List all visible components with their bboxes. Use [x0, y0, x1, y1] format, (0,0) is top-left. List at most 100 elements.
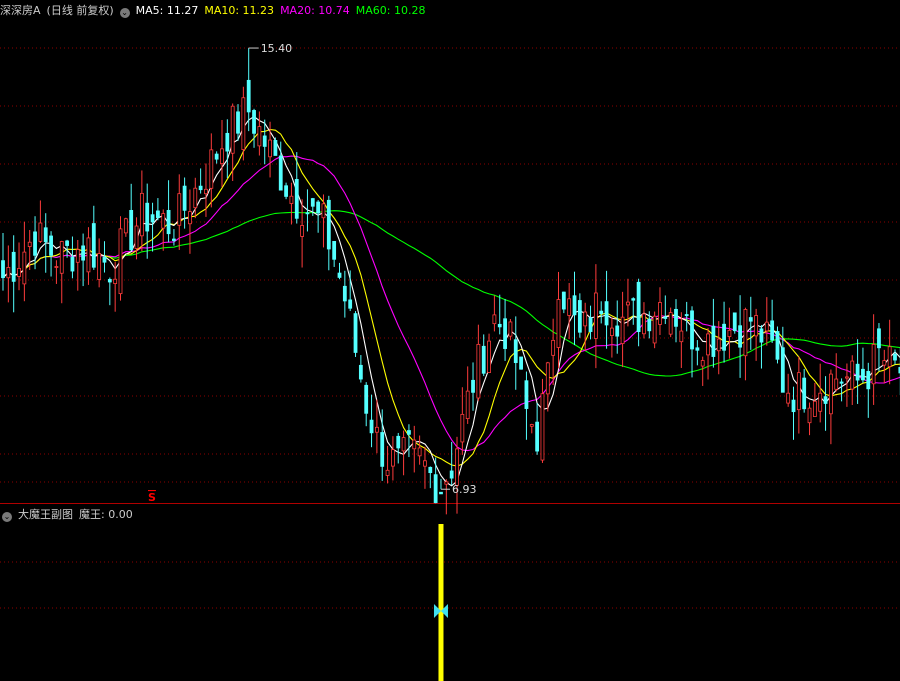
candle-body: [54, 266, 59, 268]
candle-body: [668, 312, 673, 335]
candle-body: [743, 309, 748, 357]
candle-body: [593, 292, 598, 339]
candle-body: [161, 213, 166, 229]
candle-body: [818, 392, 823, 412]
candle-body: [551, 339, 556, 356]
candle-body: [6, 267, 11, 279]
candle-body: [380, 432, 385, 467]
ma10-line: [2, 128, 900, 467]
candle-body: [17, 267, 21, 277]
candle-body: [59, 241, 64, 274]
candle-body: [225, 132, 230, 152]
candle-body: [284, 185, 288, 197]
candle-body: [332, 241, 337, 260]
candle-body: [834, 378, 839, 390]
candle-body: [305, 212, 310, 215]
sub-panel: [433, 524, 448, 681]
candle-body: [273, 139, 278, 156]
candle-body: [268, 139, 272, 158]
candle-body: [567, 298, 572, 316]
candle-body: [118, 228, 123, 295]
candle-body: [711, 325, 716, 357]
candle-body: [27, 241, 32, 247]
candle-body: [417, 447, 422, 457]
candlestick-chart[interactable]: 15.40 6.93 S: [0, 0, 900, 681]
candle-body: [887, 346, 892, 367]
candle-body: [81, 245, 86, 261]
candle-body: [374, 426, 379, 433]
candle-body: [155, 210, 160, 218]
candle-body: [604, 301, 609, 326]
candle-body: [759, 328, 764, 343]
candle-body: [807, 407, 812, 424]
candles: [1, 48, 900, 515]
candle-body: [871, 344, 876, 385]
candle-body: [38, 222, 43, 242]
candle-body: [476, 343, 481, 399]
candle-body: [230, 105, 235, 154]
candle-body: [204, 188, 208, 195]
candle-body: [428, 466, 433, 474]
candle-body: [652, 315, 657, 344]
candle-body: [599, 310, 604, 314]
candle-body: [294, 179, 299, 219]
candle-body: [679, 330, 684, 343]
candle-body: [780, 347, 785, 393]
candle-body: [188, 211, 192, 225]
candle-body: [433, 474, 438, 504]
candle-body: [129, 210, 134, 251]
candle-body: [246, 79, 251, 113]
candle-body: [877, 328, 881, 349]
candle-body: [236, 111, 240, 134]
candle-body: [150, 214, 155, 223]
candle-body: [145, 202, 150, 232]
candle-body: [732, 312, 737, 332]
candle-body: [636, 281, 641, 333]
candle-body: [70, 256, 75, 272]
candle-body: [113, 278, 118, 284]
candle-body: [289, 195, 294, 204]
candle-body: [882, 360, 887, 366]
candle-body: [647, 318, 652, 332]
candle-body: [861, 368, 865, 381]
candle-body: [695, 347, 700, 351]
candle-body: [198, 185, 203, 191]
candle-body: [257, 126, 262, 147]
candle-body: [839, 381, 844, 384]
candle-body: [727, 329, 732, 338]
candle-body: [300, 225, 305, 237]
candle-body: [182, 185, 187, 211]
candle-body: [1, 260, 5, 279]
candle-body: [241, 97, 246, 150]
signal-bar: [438, 524, 444, 681]
candle-body: [220, 148, 224, 165]
candle-body: [626, 301, 630, 306]
candle-body: [91, 223, 96, 268]
candle-body: [663, 316, 668, 319]
candle-body: [43, 227, 48, 243]
candle-body: [866, 371, 871, 390]
candle-body: [540, 393, 545, 461]
candle-body: [786, 392, 791, 404]
candle-body: [658, 302, 662, 325]
candle-body: [22, 251, 27, 285]
candle-body: [716, 338, 721, 352]
candle-body: [529, 424, 534, 427]
candle-body: [401, 437, 406, 452]
candle-body: [316, 201, 321, 214]
candle-body: [439, 491, 443, 495]
candle-body: [487, 340, 491, 373]
candle-body: [172, 238, 176, 241]
candle-body: [545, 362, 550, 395]
candle-body: [49, 235, 53, 256]
candle-body: [407, 430, 411, 435]
candle-body: [796, 372, 801, 411]
candle-body: [775, 331, 780, 360]
candle-body: [11, 251, 16, 282]
candle-body: [449, 470, 454, 479]
high-price-label: 15.40: [261, 42, 293, 55]
candle-body: [65, 240, 69, 246]
candle-body: [337, 272, 342, 278]
ma5-line-group: [2, 115, 900, 487]
candle-body: [791, 399, 796, 413]
